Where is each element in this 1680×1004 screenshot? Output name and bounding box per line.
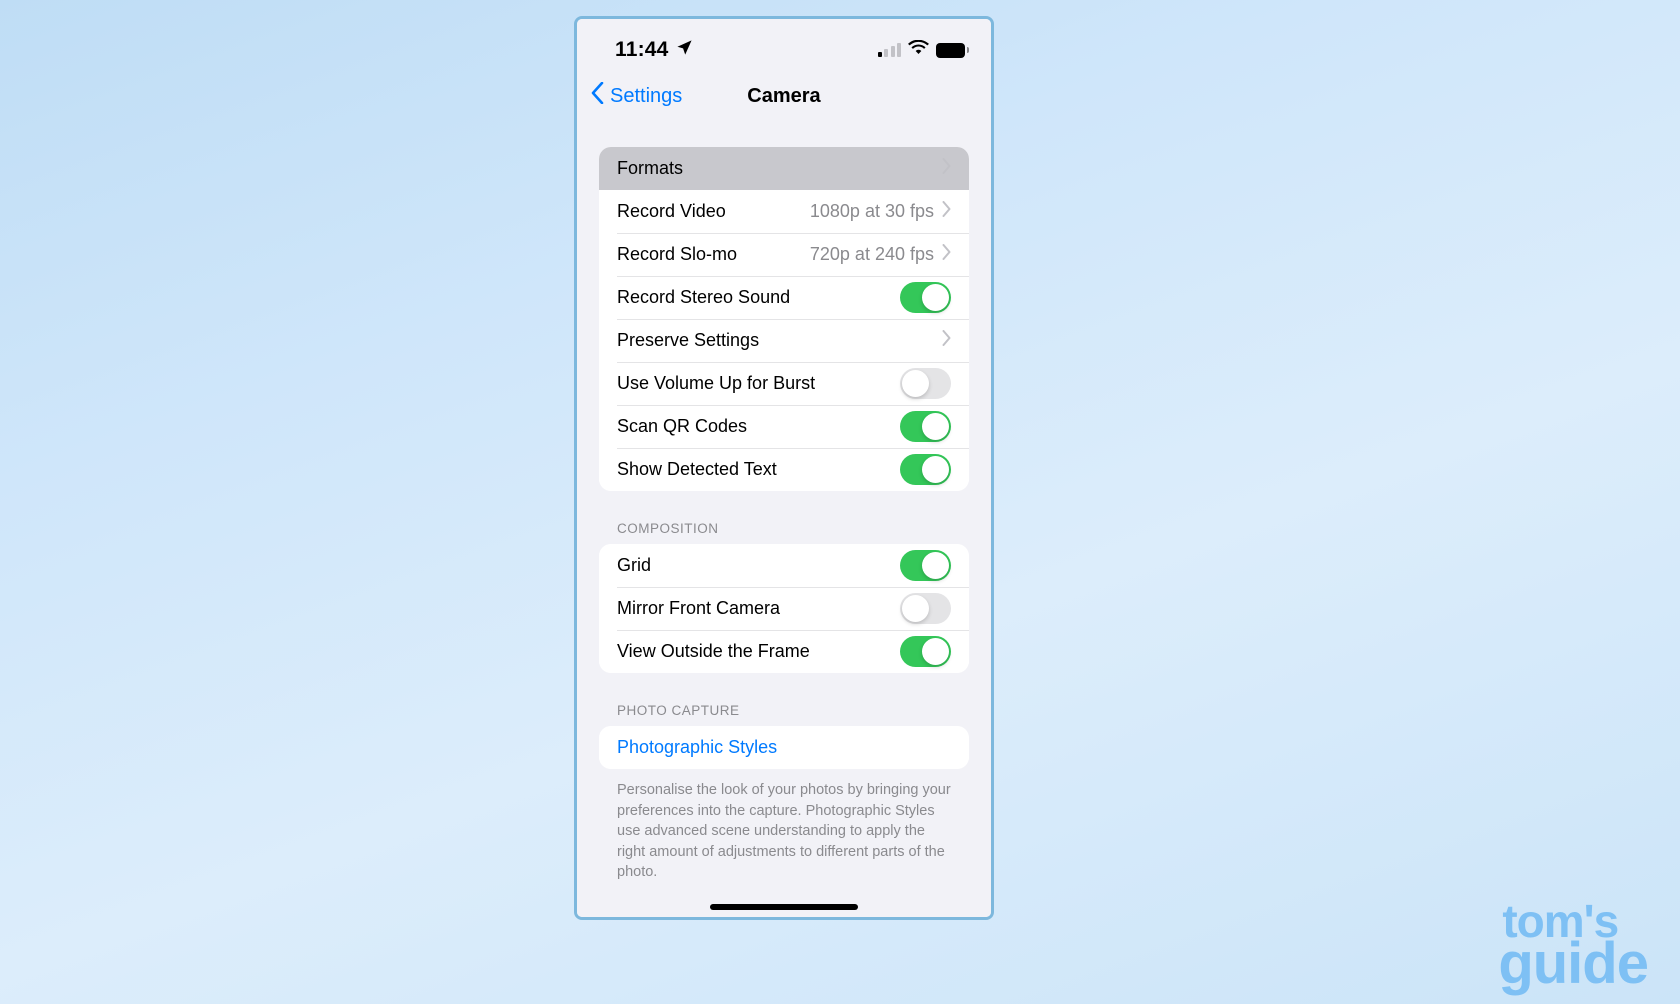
toggle-use-volume-up-for-burst[interactable] xyxy=(900,368,951,399)
settings-row-photographic-styles[interactable]: Photographic Styles xyxy=(599,726,969,769)
toggle-knob xyxy=(902,370,929,397)
row-label: Preserve Settings xyxy=(617,330,760,350)
row-label: Record Stereo Sound xyxy=(617,287,791,307)
settings-row-view-outside-the-frame[interactable]: View Outside the Frame xyxy=(599,630,969,673)
status-time: 11:44 xyxy=(615,38,669,61)
home-indicator xyxy=(710,904,858,910)
toggle-show-detected-text[interactable] xyxy=(900,454,951,485)
toggle-mirror-front-camera[interactable] xyxy=(900,593,951,624)
settings-row-show-detected-text[interactable]: Show Detected Text xyxy=(599,448,969,491)
toggle-record-stereo-sound[interactable] xyxy=(900,282,951,313)
chevron-right-icon xyxy=(942,201,951,222)
status-bar: 11:44 xyxy=(577,19,991,73)
phone-frame: 11:44 Settings Camera Formats Record Vid… xyxy=(574,16,994,920)
row-label: Record Slo-mo xyxy=(617,244,738,264)
row-label: Mirror Front Camera xyxy=(617,598,781,618)
row-label: Photographic Styles xyxy=(617,737,778,757)
watermark-line-2: guide xyxy=(1498,931,1649,997)
settings-row-mirror-front-camera[interactable]: Mirror Front Camera xyxy=(599,587,969,630)
settings-group: Photographic Styles xyxy=(599,726,969,769)
chevron-right-icon xyxy=(942,330,951,351)
section-header-photo-capture: PHOTO CAPTURE xyxy=(617,703,740,718)
row-label: Record Video xyxy=(617,201,726,221)
row-label: View Outside the Frame xyxy=(617,641,810,661)
toggle-knob xyxy=(922,413,949,440)
section-header-composition: COMPOSITION xyxy=(617,521,719,536)
row-label: Formats xyxy=(617,158,684,178)
toggle-knob xyxy=(922,284,949,311)
status-bar-right xyxy=(877,39,969,60)
navigation-bar: Settings Camera xyxy=(577,73,991,119)
status-bar-left: 11:44 xyxy=(615,38,693,62)
row-label: Use Volume Up for Burst xyxy=(617,373,816,393)
row-label: Scan QR Codes xyxy=(617,416,748,436)
cellular-signal-icon xyxy=(877,43,901,57)
wifi-icon xyxy=(908,39,929,60)
chevron-right-icon xyxy=(942,158,951,179)
section-footnote: Personalise the look of your photos by b… xyxy=(617,782,951,881)
settings-group: Grid Mirror Front Camera View Outside the … xyxy=(599,544,969,673)
settings-row-record-video[interactable]: Record Video 1080p at 30 fps xyxy=(599,190,969,233)
row-value: 1080p at 30 fps xyxy=(809,201,934,221)
toggle-grid[interactable] xyxy=(900,550,951,581)
battery-full-icon xyxy=(936,42,969,58)
row-label: Show Detected Text xyxy=(617,459,777,479)
settings-group: Formats Record Video 1080p at 30 fps Record… xyxy=(599,147,969,491)
settings-row-record-slo-mo[interactable]: Record Slo-mo 720p at 240 fps xyxy=(599,233,969,276)
phone-screen: 11:44 Settings Camera Formats Record Vid… xyxy=(577,19,991,917)
toggle-knob xyxy=(922,552,949,579)
tomsguide-watermark: tom's guide xyxy=(1498,898,1649,997)
toggle-knob xyxy=(902,595,929,622)
settings-row-use-volume-up-for-burst[interactable]: Use Volume Up for Burst xyxy=(599,362,969,405)
settings-row-formats[interactable]: Formats xyxy=(599,147,969,190)
settings-row-preserve-settings[interactable]: Preserve Settings xyxy=(599,319,969,362)
row-label: Grid xyxy=(617,555,652,575)
toggle-view-outside-the-frame[interactable] xyxy=(900,636,951,667)
location-arrow-icon xyxy=(676,39,693,61)
settings-list[interactable]: Formats Record Video 1080p at 30 fps Record… xyxy=(577,147,991,917)
settings-row-grid[interactable]: Grid xyxy=(599,544,969,587)
page-title: Camera xyxy=(747,84,821,107)
toggle-scan-qr-codes[interactable] xyxy=(900,411,951,442)
row-value: 720p at 240 fps xyxy=(809,244,934,264)
chevron-right-icon xyxy=(942,244,951,265)
settings-row-record-stereo-sound[interactable]: Record Stereo Sound xyxy=(599,276,969,319)
toggle-knob xyxy=(922,638,949,665)
toggle-knob xyxy=(922,456,949,483)
settings-row-scan-qr-codes[interactable]: Scan QR Codes xyxy=(599,405,969,448)
